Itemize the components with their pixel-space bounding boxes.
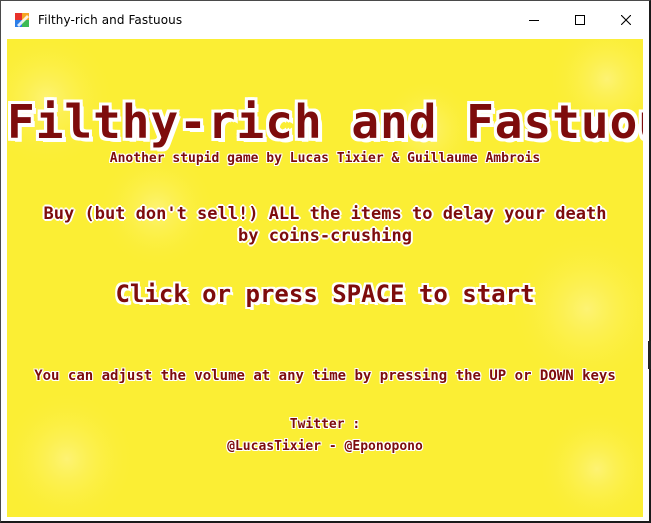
instructions-line-2: by coins-crushing [238, 226, 412, 246]
instructions-text: Buy (but don't sell!) ALL the items to d… [7, 203, 643, 247]
instructions-line-1: Buy (but don't sell!) ALL the items to d… [43, 204, 607, 224]
close-button[interactable] [603, 1, 649, 39]
app-window: Filthy-rich and Fastuous Filthy-rich and… [0, 0, 651, 523]
maximize-button[interactable] [557, 1, 603, 39]
volume-hint: You can adjust the volume at any time by… [34, 368, 616, 384]
close-icon [621, 15, 631, 25]
window-controls [511, 1, 649, 39]
twitter-handles: @LucasTixier - @Eponopono [227, 439, 423, 454]
game-subtitle: Another stupid game by Lucas Tixier & Gu… [109, 151, 541, 166]
twitter-label: Twitter : [289, 417, 361, 432]
title-bar[interactable]: Filthy-rich and Fastuous [1, 1, 649, 39]
minimize-button[interactable] [511, 1, 557, 39]
start-prompt[interactable]: Click or press SPACE to start [7, 282, 643, 306]
game-title: Filthy-rich and Fastuous [7, 95, 643, 149]
minimize-icon [529, 20, 539, 21]
game-canvas[interactable]: Filthy-rich and Fastuous Another stupid … [7, 39, 643, 517]
maximize-icon [575, 15, 585, 25]
window-title: Filthy-rich and Fastuous [38, 13, 183, 27]
app-logo-icon [15, 13, 29, 27]
